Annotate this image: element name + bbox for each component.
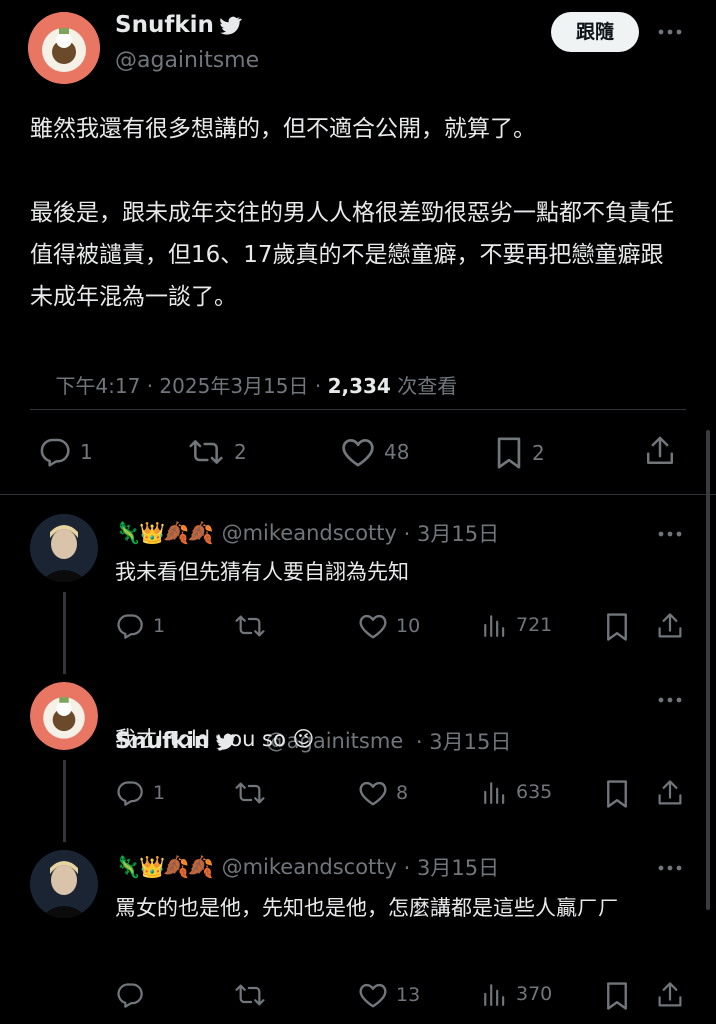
bookmark-button[interactable]: [604, 981, 630, 1011]
reply-icon: [115, 981, 145, 1009]
follow-button[interactable]: 跟隨: [551, 12, 639, 52]
tweet-paragraph-1: 雖然我還有很多想講的，但不適合公開，就算了。: [30, 116, 536, 142]
bookmark-icon: [604, 779, 630, 809]
retweet-button[interactable]: 2: [186, 436, 247, 468]
reply-text: 我才I told you so 😉: [115, 727, 315, 751]
bookmark-button[interactable]: 2: [494, 436, 545, 470]
divider: [30, 409, 686, 410]
reply-button[interactable]: 1: [38, 436, 93, 468]
tweet-paragraph-2: 最後是，跟未成年交往的男人人格很差勁很惡劣一點都不負責任值得被譴責，但16、17…: [30, 200, 674, 310]
bookmark-icon: [604, 612, 630, 642]
bookmark-button[interactable]: [604, 612, 630, 642]
views-button[interactable]: 721: [482, 612, 552, 638]
like-icon: [358, 612, 388, 640]
avatar-snufkin[interactable]: [28, 12, 100, 84]
display-name-emojis[interactable]: 🦎👑🍂🍂: [115, 855, 214, 880]
reply-count: 1: [80, 440, 93, 464]
like-icon: [358, 981, 388, 1009]
share-button[interactable]: [644, 434, 676, 468]
reply-button[interactable]: [115, 981, 145, 1009]
like-button[interactable]: 48: [340, 436, 409, 468]
retweet-icon: [186, 436, 226, 468]
retweet-button[interactable]: [233, 779, 267, 807]
like-count: 13: [396, 984, 421, 1006]
share-button[interactable]: [656, 980, 684, 1010]
bookmark-count: 2: [532, 441, 545, 465]
thread-line: [63, 760, 66, 842]
author-handle[interactable]: @againitsme: [115, 48, 259, 73]
more-icon[interactable]: [656, 858, 684, 878]
avatar-snufkin[interactable]: [30, 682, 98, 750]
like-count: 10: [396, 615, 421, 637]
more-icon[interactable]: [656, 690, 684, 710]
reply-date[interactable]: · 3月15日: [397, 852, 499, 882]
reply-text: 我未看但先猜有人要自詡為先知: [115, 560, 409, 584]
retweet-button[interactable]: [233, 612, 267, 640]
views-label: 次查看: [390, 374, 458, 398]
reply-count: 1: [153, 782, 166, 804]
share-icon: [656, 980, 684, 1010]
reply-icon: [115, 612, 145, 640]
share-button[interactable]: [656, 778, 684, 808]
bookmark-icon: [494, 436, 524, 470]
views-icon: [482, 779, 508, 805]
reply-button[interactable]: 1: [115, 779, 165, 807]
views-button[interactable]: 370: [482, 981, 552, 1007]
retweet-icon: [233, 612, 267, 640]
reply-date[interactable]: · 3月15日: [409, 726, 511, 756]
retweet-count: 2: [234, 440, 247, 464]
views-count: 635: [516, 781, 553, 803]
verified-badge-icon: [219, 15, 242, 35]
avatar-mikeandscotty[interactable]: [30, 514, 98, 582]
like-button[interactable]: 10: [358, 612, 420, 640]
views-button[interactable]: 635: [482, 779, 552, 805]
author-handle[interactable]: @mikeandscotty: [222, 521, 397, 545]
tweet-meta: 下午4:17 · 2025年3月15日 · 2,334 次查看: [30, 346, 457, 423]
retweet-icon: [233, 981, 267, 1009]
tweet-body: 雖然我還有很多想講的，但不適合公開，就算了。 最後是，跟未成年交往的男人人格很差…: [30, 108, 680, 318]
more-icon[interactable]: [656, 22, 684, 42]
scrollbar[interactable]: [706, 430, 710, 910]
reply-text: 罵女的也是他，先知也是他，怎麼講都是這些人贏ㄏㄏ: [115, 896, 619, 920]
reply-date[interactable]: · 3月15日: [397, 518, 499, 548]
avatar-mikeandscotty[interactable]: [30, 850, 98, 918]
author-handle[interactable]: @mikeandscotty: [222, 855, 397, 879]
reply-count: 1: [153, 615, 166, 637]
like-icon: [358, 779, 388, 807]
section-divider: [0, 494, 716, 495]
views-count: 370: [516, 983, 553, 1005]
reply-icon: [115, 779, 145, 807]
display-name-emojis[interactable]: 🦎👑🍂🍂: [115, 521, 214, 546]
share-button[interactable]: [656, 611, 684, 641]
retweet-button[interactable]: [233, 981, 267, 1009]
views-count: 721: [516, 614, 553, 636]
tweet-timestamp[interactable]: 下午4:17 · 2025年3月15日 ·: [55, 374, 327, 398]
views-icon: [482, 981, 508, 1007]
like-button[interactable]: 8: [358, 779, 408, 807]
more-icon[interactable]: [656, 524, 684, 544]
author-name[interactable]: Snufkin: [115, 12, 214, 38]
like-icon: [340, 436, 376, 468]
reply-button[interactable]: 1: [115, 612, 165, 640]
share-icon: [656, 611, 684, 641]
like-count: 48: [384, 440, 410, 464]
views-icon: [482, 612, 508, 638]
thread-line: [63, 592, 66, 674]
bookmark-icon: [604, 981, 630, 1011]
like-count: 8: [396, 782, 409, 804]
share-icon: [656, 778, 684, 808]
retweet-icon: [233, 779, 267, 807]
bookmark-button[interactable]: [604, 779, 630, 809]
share-icon: [644, 434, 676, 468]
views-count: 2,334: [327, 374, 391, 398]
like-button[interactable]: 13: [358, 981, 420, 1009]
reply-icon: [38, 436, 72, 468]
